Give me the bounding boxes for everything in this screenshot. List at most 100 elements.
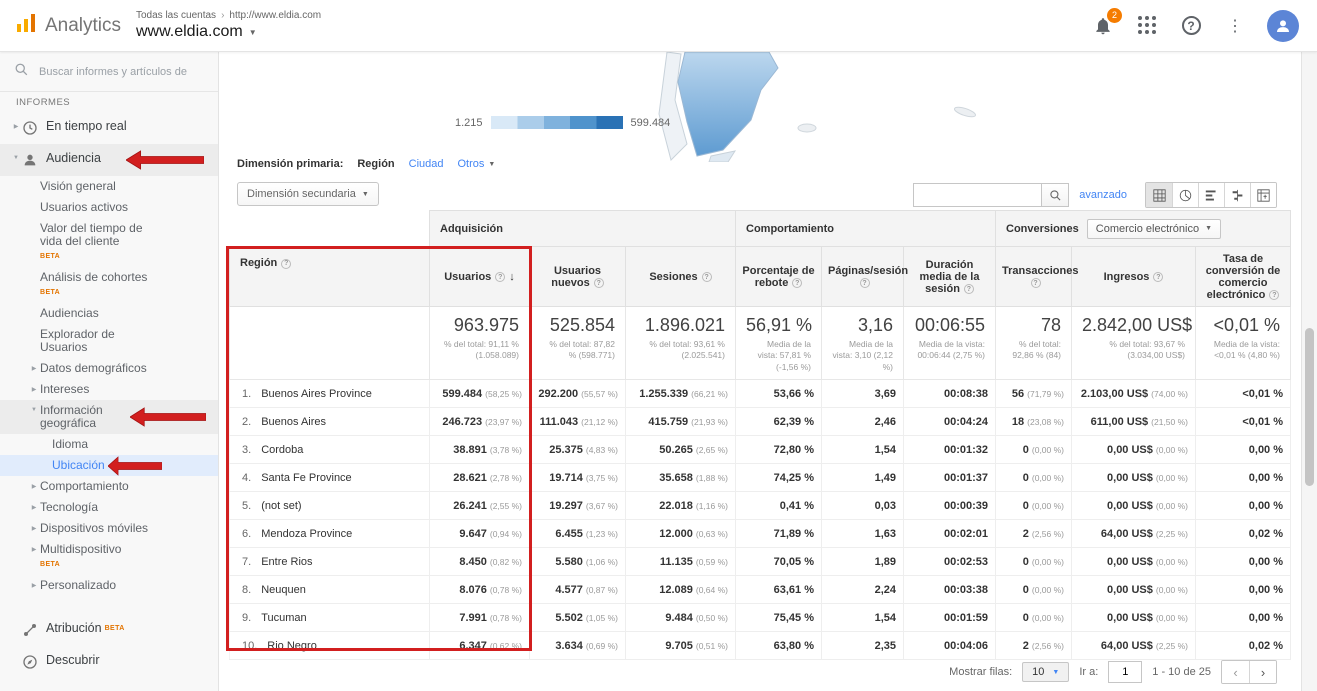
metric-value: 611,00 US$	[1091, 416, 1149, 428]
sidebar-search[interactable]	[0, 52, 218, 92]
metric-cell: 74,25 %	[736, 464, 822, 492]
sidebar-section-label: INFORMES	[16, 97, 218, 109]
sidebar-item-label: Audiencias	[40, 307, 99, 320]
apps-grid-icon[interactable]	[1135, 14, 1159, 38]
help-icon[interactable]: ?	[1031, 278, 1041, 288]
next-page-button[interactable]: ›	[1249, 661, 1276, 683]
metric-cell: 1,63	[822, 520, 904, 548]
column-header-tasa-conversion[interactable]: Tasa de conversión de comercio electróni…	[1196, 247, 1291, 307]
goto-page-input[interactable]	[1108, 661, 1142, 683]
sort-descending-icon[interactable]: ↓	[509, 271, 515, 283]
chevron-down-icon: ▼	[249, 28, 257, 37]
chevron-right-icon: ▶	[28, 501, 40, 511]
comparison-view-icon[interactable]	[1224, 183, 1250, 207]
sidebar-item-atribucion[interactable]: AtribuciónBETA	[0, 614, 218, 646]
sidebar-item-usuarios-activos[interactable]: Usuarios activos	[0, 197, 218, 218]
region-link[interactable]: Tucuman	[261, 612, 306, 624]
column-header-porcentaje-rebote[interactable]: Porcentaje de rebote?	[736, 247, 822, 307]
column-header-sesiones[interactable]: Sesiones?	[626, 247, 736, 307]
region-link[interactable]: Mendoza Province	[261, 528, 352, 540]
sidebar-item-ubicacion[interactable]: Ubicación	[0, 455, 218, 476]
region-link[interactable]: Buenos Aires Province	[261, 388, 372, 400]
advanced-filter-link[interactable]: avanzado	[1079, 189, 1127, 201]
notifications-bell-icon[interactable]: 2	[1091, 14, 1115, 38]
column-header-duracion-media[interactable]: Duración media de la sesión?	[904, 247, 996, 307]
help-icon[interactable]: ?	[495, 272, 505, 282]
metric-percent: (0,00 %)	[1032, 445, 1064, 455]
dimension-ciudad-link[interactable]: Ciudad	[409, 158, 444, 170]
metric-value: 0	[1023, 584, 1029, 596]
help-icon[interactable]: ?	[1179, 14, 1203, 38]
table-filter-input[interactable]	[913, 183, 1041, 207]
conversion-type-select[interactable]: Comercio electrónico ▼	[1087, 219, 1221, 239]
sidebar-item-personalizado[interactable]: ▶Personalizado	[0, 575, 218, 596]
sidebar-item-comportamiento[interactable]: ▶Comportamiento	[0, 476, 218, 497]
column-header-usuarios-nuevos[interactable]: Usuarios nuevos?	[530, 247, 626, 307]
region-link[interactable]: Rio Negro	[267, 640, 317, 652]
dimension-region-tab[interactable]: Región	[357, 158, 394, 170]
help-icon[interactable]: ?	[1153, 272, 1163, 282]
more-options-icon[interactable]: ⋮	[1223, 14, 1247, 38]
table-row: 2.Buenos Aires246.723(23,97 %)111.043(21…	[230, 408, 1291, 436]
table-row: 6.Mendoza Province9.647(0,94 %)6.455(1,2…	[230, 520, 1291, 548]
metric-cell: 71,89 %	[736, 520, 822, 548]
help-icon[interactable]: ?	[792, 278, 802, 288]
breadcrumb[interactable]: Todas las cuentas › http://www.eldia.com	[136, 10, 321, 21]
metric-cell: 00:04:06	[904, 632, 996, 660]
sidebar-item-analisis-de-cohortes[interactable]: Análisis de cohortesBETA	[0, 267, 218, 303]
region-link[interactable]: Buenos Aires	[261, 416, 326, 428]
help-icon[interactable]: ?	[964, 284, 974, 294]
sidebar-item-informacion-geografica[interactable]: ▼Información geográfica	[0, 400, 218, 434]
sidebar-item-dispositivos-moviles[interactable]: ▶Dispositivos móviles	[0, 518, 218, 539]
column-header-paginas-sesion[interactable]: Páginas/sesión?	[822, 247, 904, 307]
region-link[interactable]: Cordoba	[261, 444, 303, 456]
sidebar-item-valor-del-tiempo-de-vida-del-cliente[interactable]: Valor del tiempo de vida del clienteBETA	[0, 218, 218, 267]
help-icon[interactable]: ?	[860, 278, 870, 288]
performance-view-icon[interactable]	[1198, 183, 1224, 207]
previous-page-button[interactable]: ‹	[1222, 661, 1249, 683]
help-icon[interactable]: ?	[702, 272, 712, 282]
sidebar-item-datos-demograficos[interactable]: ▶Datos demográficos	[0, 358, 218, 379]
region-link[interactable]: (not set)	[261, 500, 301, 512]
metric-cell: 292.200(55,57 %)	[530, 380, 626, 408]
sidebar-item-en-tiempo-real[interactable]: ▶En tiempo real	[0, 112, 218, 144]
sidebar-item-intereses[interactable]: ▶Intereses	[0, 379, 218, 400]
sidebar-item-descubrir[interactable]: Descubrir	[0, 646, 218, 678]
percentage-view-icon[interactable]	[1172, 183, 1198, 207]
column-header-row: Región? Usuarios?↓ Usuarios nuevos? Sesi…	[230, 247, 1291, 307]
column-header-usuarios[interactable]: Usuarios?↓	[430, 247, 530, 307]
sidebar-item-audiencia[interactable]: ▼Audiencia	[0, 144, 218, 176]
sidebar-item-multidispositivo[interactable]: ▶MultidispositivoBETA	[0, 539, 218, 575]
avatar[interactable]	[1267, 10, 1299, 42]
table-view-icon[interactable]	[1146, 183, 1172, 207]
geo-map[interactable]	[599, 52, 1029, 160]
metric-cell: 72,80 %	[736, 436, 822, 464]
sidebar-item-explorador-de-usuarios[interactable]: Explorador de Usuarios	[0, 324, 218, 358]
vertical-scrollbar[interactable]	[1301, 52, 1317, 691]
chevron-down-icon: ▼	[28, 404, 40, 413]
secondary-dimension-button[interactable]: Dimensión secundaria ▼	[237, 182, 379, 206]
region-link[interactable]: Entre Rios	[261, 556, 312, 568]
table-search-button[interactable]	[1041, 183, 1069, 207]
sidebar-item-audiencias[interactable]: Audiencias	[0, 303, 218, 324]
region-link[interactable]: Neuquen	[261, 584, 306, 596]
region-link[interactable]: Santa Fe Province	[261, 472, 352, 484]
analytics-logo[interactable]: Analytics	[0, 13, 136, 38]
rows-per-page-select[interactable]: 10 ▼	[1022, 662, 1069, 682]
help-icon[interactable]: ?	[281, 259, 291, 269]
dimension-otros-link[interactable]: Otros ▼	[458, 158, 496, 170]
property-selector[interactable]: www.eldia.com ▼	[136, 23, 321, 41]
sidebar-item-tecnologia[interactable]: ▶Tecnología	[0, 497, 218, 518]
pivot-view-icon[interactable]	[1250, 183, 1276, 207]
column-header-ingresos[interactable]: Ingresos?	[1072, 247, 1196, 307]
column-header-region[interactable]: Región?	[230, 247, 430, 307]
help-icon[interactable]: ?	[1269, 290, 1279, 300]
search-input[interactable]	[39, 66, 199, 78]
column-header-transacciones[interactable]: Transacciones?	[996, 247, 1072, 307]
help-icon[interactable]: ?	[594, 278, 604, 288]
scrollbar-thumb[interactable]	[1305, 328, 1314, 486]
sidebar-item-vision-general[interactable]: Visión general	[0, 176, 218, 197]
sidebar-item-idioma[interactable]: Idioma	[0, 434, 218, 455]
metric-value: 0,00 %	[1249, 584, 1283, 596]
metric-value: 00:04:06	[944, 640, 988, 652]
